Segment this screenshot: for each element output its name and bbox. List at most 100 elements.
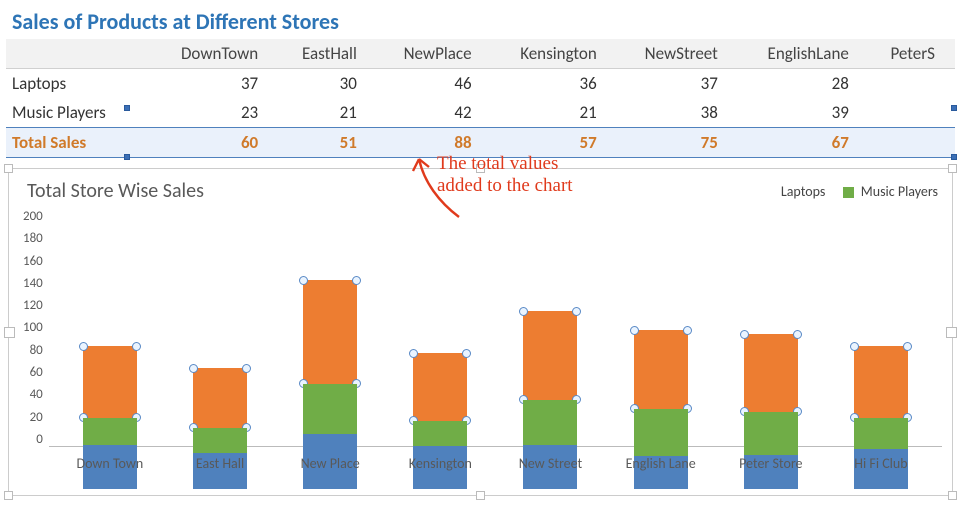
col-header[interactable]: Kensington [492,39,617,69]
x-tick-label: Down Town [55,455,165,472]
corner-cell [6,39,152,69]
cell[interactable]: 21 [492,98,617,128]
cell[interactable]: 57 [492,128,617,158]
x-tick-label: New Street [495,455,605,472]
cell[interactable] [869,128,955,158]
y-tick-label: 60 [23,365,43,380]
y-tick-label: 180 [23,231,43,246]
bar-segment-total[interactable] [523,311,577,400]
data-point-handle-icon[interactable] [630,326,639,335]
page-title: Sales of Products at Different Stores [6,6,955,39]
bar-segment-total[interactable] [193,368,247,429]
selection-handle-icon[interactable] [124,154,130,160]
cell[interactable]: 37 [152,69,278,99]
data-point-handle-icon[interactable] [519,307,528,316]
cell[interactable]: 60 [152,128,278,158]
bar-segment-total[interactable] [744,334,798,411]
cell[interactable] [869,98,955,128]
bar-segment-total[interactable] [303,280,357,385]
x-tick-label: Hi Fi Club [826,455,936,472]
x-tick-label: East Hall [165,455,275,472]
cell[interactable]: 67 [738,128,869,158]
row-label[interactable]: Laptops [6,69,152,99]
cell[interactable]: 23 [152,98,278,128]
y-tick-label: 200 [23,209,43,224]
bar-segment-music[interactable] [303,384,357,434]
resize-handle-icon[interactable] [4,164,13,173]
table-header-row: DownTown EastHall NewPlace Kensington Ne… [6,39,955,69]
data-point-handle-icon[interactable] [352,276,361,285]
cell[interactable]: 88 [377,128,492,158]
data-point-handle-icon[interactable] [793,330,802,339]
data-point-handle-icon[interactable] [409,349,418,358]
col-header[interactable]: NewPlace [377,39,492,69]
cell[interactable] [869,69,955,99]
x-tick-label: Kensington [385,455,495,472]
resize-handle-icon[interactable] [476,491,485,500]
data-point-handle-icon[interactable] [683,326,692,335]
data-point-handle-icon[interactable] [572,307,581,316]
cell[interactable]: 75 [617,128,738,158]
cell[interactable]: 38 [617,98,738,128]
selection-handle-icon[interactable] [124,105,130,111]
cell[interactable]: 46 [377,69,492,99]
chart-plot-area[interactable]: 200180160140120100806040200 Down TownEas… [23,209,942,489]
bar-segment-total[interactable] [634,330,688,410]
col-header[interactable]: PeterS [869,39,955,69]
data-point-handle-icon[interactable] [850,342,859,351]
chart-object[interactable]: Total Store Wise Sales Laptops Music Pla… [8,168,953,496]
legend-swatch-icon [843,187,854,198]
bar-segment-total[interactable] [83,346,137,417]
bar-segment-total[interactable] [854,346,908,417]
y-tick-label: 160 [23,254,43,269]
y-tick-label: 100 [23,320,43,335]
resize-handle-icon[interactable] [476,164,485,173]
cell[interactable]: 42 [377,98,492,128]
resize-handle-icon[interactable] [948,491,957,500]
data-point-handle-icon[interactable] [462,349,471,358]
table-row: Laptops 37 30 46 36 37 28 [6,69,955,99]
cell[interactable]: 30 [278,69,377,99]
data-point-handle-icon[interactable] [132,342,141,351]
y-tick-label: 0 [23,432,43,447]
y-tick-label: 140 [23,276,43,291]
x-tick-label: English Lane [606,455,716,472]
bar-segment-total[interactable] [413,353,467,421]
chart-legend[interactable]: Laptops Music Players [781,183,938,200]
x-tick-label: New Place [275,455,385,472]
chart-x-axis: Down TownEast HallNew PlaceKensingtonNew… [49,449,942,472]
legend-item-label: Music Players [861,183,938,200]
data-point-handle-icon[interactable] [79,342,88,351]
col-header[interactable]: DownTown [152,39,278,69]
row-label[interactable]: Total Sales [6,128,152,158]
col-header[interactable]: NewStreet [617,39,738,69]
cell[interactable]: 51 [278,128,377,158]
data-point-handle-icon[interactable] [903,342,912,351]
data-table[interactable]: DownTown EastHall NewPlace Kensington Ne… [6,39,955,158]
cell[interactable]: 28 [738,69,869,99]
table-row-selected[interactable]: Total Sales 60 51 88 57 75 67 [6,128,955,158]
col-header[interactable]: EastHall [278,39,377,69]
selection-handle-icon[interactable] [951,105,957,111]
resize-handle-icon[interactable] [4,491,13,500]
resize-handle-icon[interactable] [948,164,957,173]
cell[interactable]: 37 [617,69,738,99]
data-point-handle-icon[interactable] [242,364,251,373]
bar-segment-music[interactable] [413,421,467,446]
bar-segment-music[interactable] [854,418,908,449]
cell[interactable]: 21 [278,98,377,128]
selection-handle-icon[interactable] [951,154,957,160]
col-header[interactable]: EnglishLane [738,39,869,69]
data-point-handle-icon[interactable] [189,364,198,373]
bar-segment-music[interactable] [523,400,577,445]
table-row: Music Players 23 21 42 21 38 39 [6,98,955,128]
y-tick-label: 80 [23,343,43,358]
data-point-handle-icon[interactable] [299,276,308,285]
bar-segment-music[interactable] [83,418,137,445]
data-point-handle-icon[interactable] [740,330,749,339]
y-tick-label: 20 [23,410,43,425]
cell[interactable]: 39 [738,98,869,128]
cell[interactable]: 36 [492,69,617,99]
chart-y-axis: 200180160140120100806040200 [23,209,49,469]
row-label[interactable]: Music Players [6,98,152,128]
